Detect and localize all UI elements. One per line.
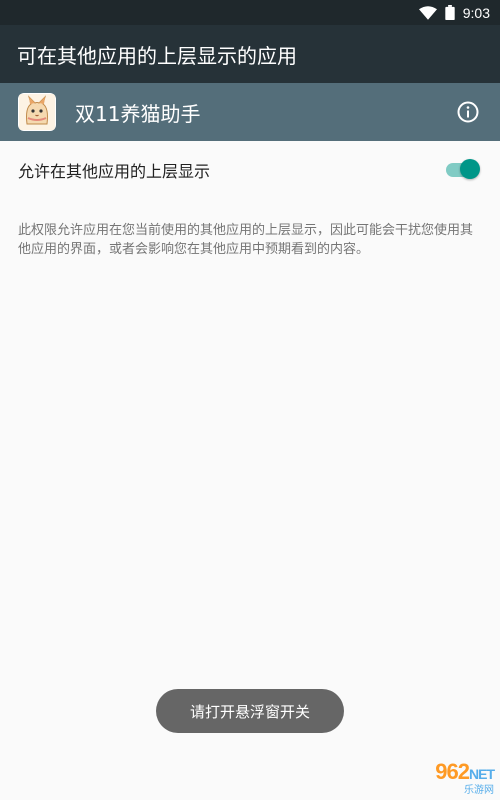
overlay-permission-switch[interactable] <box>444 158 480 182</box>
toast-message: 请打开悬浮窗开关 <box>156 689 344 733</box>
wifi-icon <box>418 5 437 20</box>
cat-app-icon <box>18 93 56 131</box>
app-header-row: 双11养猫助手 <box>0 83 500 141</box>
battery-icon <box>445 5 455 20</box>
app-name: 双11养猫助手 <box>75 101 201 126</box>
permission-label: 允许在其他应用的上层显示 <box>18 162 211 181</box>
watermark-subtitle: 乐游网 <box>464 785 494 796</box>
info-icon[interactable] <box>456 100 480 124</box>
status-bar: 9:03 <box>0 0 500 25</box>
site-watermark: 962NET 乐游网 <box>435 759 495 796</box>
switch-thumb <box>460 159 480 179</box>
screen: 9:03 可在其他应用的上层显示的应用 双11养猫助手 允许在其他应用的上层显示 <box>0 0 500 800</box>
permission-toggle-row[interactable]: 允许在其他应用的上层显示 <box>0 141 500 199</box>
app-bar: 可在其他应用的上层显示的应用 <box>0 25 500 83</box>
permission-description: 此权限允许应用在您当前使用的其他应用的上层显示，因此可能会干扰您使用其他应用的界… <box>18 223 474 257</box>
status-time: 9:03 <box>462 4 490 21</box>
page-title: 可在其他应用的上层显示的应用 <box>17 43 297 68</box>
